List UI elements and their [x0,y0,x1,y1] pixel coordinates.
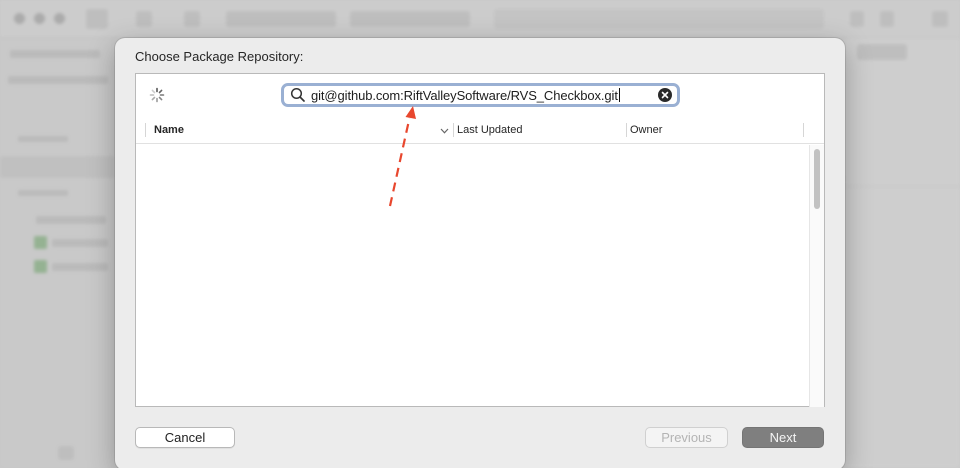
scrollbar-thumb[interactable] [814,149,820,209]
next-button[interactable]: Next [742,427,824,448]
chevron-down-icon[interactable] [440,128,449,134]
spinner-icon [149,87,165,103]
column-header-last-updated[interactable]: Last Updated [457,121,522,144]
vertical-scrollbar[interactable] [809,145,824,407]
text-caret [618,87,620,102]
previous-button[interactable]: Previous [645,427,728,448]
column-separator[interactable] [626,123,627,137]
choose-package-repository-sheet: Choose Package Repository: git@github.co… [115,38,845,468]
table-header: Name Last Updated Owner [136,121,824,144]
repository-browser-panel: git@github.com:RiftValleySoftware/RVS_Ch… [135,73,825,407]
search-icon [290,87,305,102]
column-separator [145,123,146,137]
search-input[interactable]: git@github.com:RiftValleySoftware/RVS_Ch… [311,87,620,103]
sheet-title: Choose Package Repository: [135,49,304,64]
repository-search-field[interactable]: git@github.com:RiftValleySoftware/RVS_Ch… [281,83,680,107]
column-separator[interactable] [803,123,804,137]
clear-search-button[interactable] [658,88,672,102]
column-header-name[interactable]: Name [154,121,184,144]
clear-icon [661,91,669,99]
cancel-button[interactable]: Cancel [135,427,235,448]
column-separator[interactable] [453,123,454,137]
search-input-text: git@github.com:RiftValleySoftware/RVS_Ch… [311,87,618,103]
column-header-owner[interactable]: Owner [630,121,662,144]
